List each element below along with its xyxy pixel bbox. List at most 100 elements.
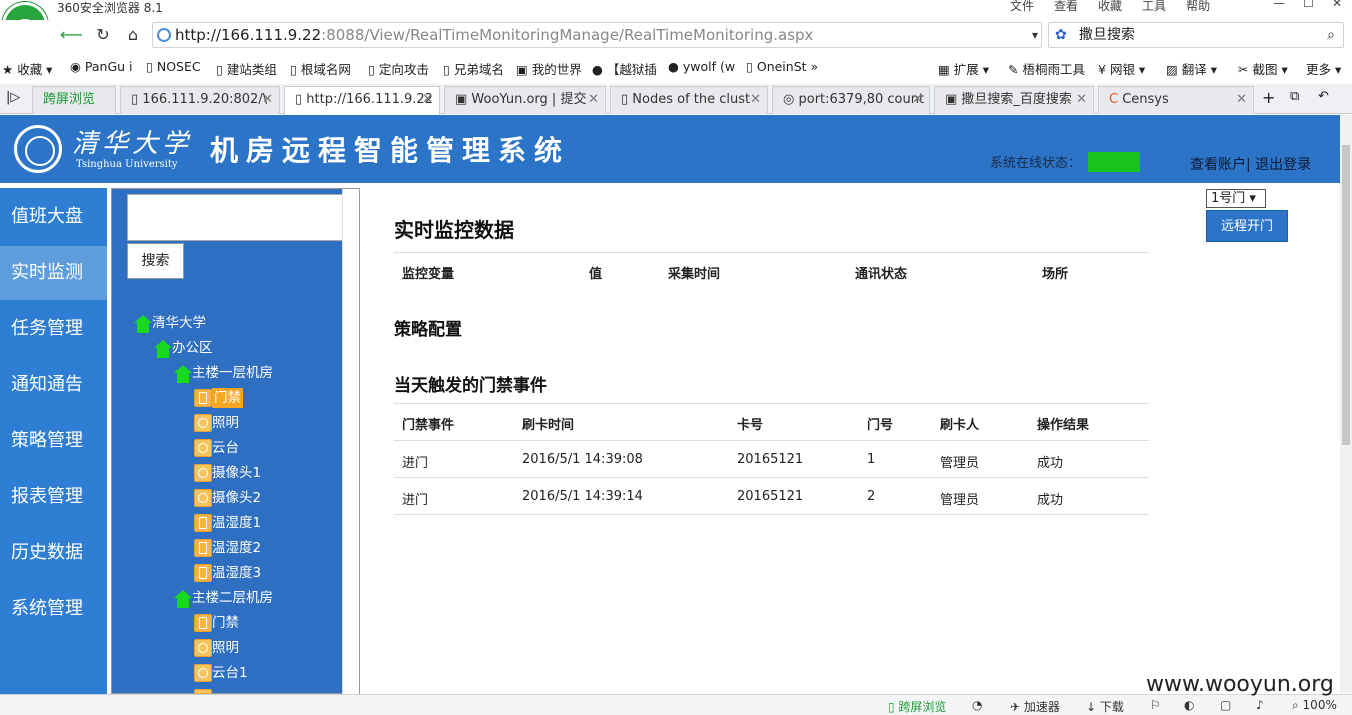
home-icon[interactable]: ⌂ — [122, 24, 144, 46]
tree-node-camera1[interactable]: 摄像头1 — [212, 463, 261, 483]
tree-node-light[interactable]: 照明 — [212, 413, 239, 433]
bookmark-wutong[interactable]: ✎ 梧桐雨工具 — [1008, 59, 1085, 78]
university-name-en: Tsinghua University — [76, 159, 178, 170]
nav-history[interactable]: 历史数据 — [0, 526, 107, 580]
search-icon[interactable]: ⌕ — [1327, 23, 1335, 47]
tree-node-ptz[interactable]: 云台 — [212, 438, 239, 458]
tab-censys[interactable]: C Censys ✕ — [1098, 86, 1254, 114]
tree-node-ptz1[interactable]: 云台1 — [212, 663, 248, 683]
tree-scrollbar[interactable] — [342, 189, 359, 695]
volume-icon[interactable]: ♪ — [1256, 698, 1264, 712]
tree-node-room2[interactable]: 主楼二层机房 — [192, 588, 273, 608]
thermometer-icon — [194, 564, 212, 582]
bookmark-screenshot[interactable]: ✂ 截图 ▾ — [1238, 59, 1288, 78]
remote-open-door-button[interactable]: 远程开门 — [1206, 210, 1288, 242]
main-nav: 值班大盘 实时监测 任务管理 通知通告 策略管理 报表管理 历史数据 系统管理 — [0, 188, 107, 694]
menu-file[interactable]: 文件 — [1010, 0, 1034, 14]
sidebar-toggle-icon[interactable]: |▷ — [6, 90, 20, 105]
tab-1[interactable]: ▯ 166.111.9.20:802/\ ✕ — [120, 86, 280, 114]
monitor-header-variable: 监控变量 — [402, 267, 455, 282]
bookmark-extensions[interactable]: ▦ 扩展 ▾ — [938, 59, 989, 78]
device-tree-panel: 搜索 清华大学 办公区 主楼一层机房 门禁 照明 云台 摄像头1 摄像头2 温湿… — [111, 188, 360, 695]
account-links[interactable]: 查看账户| 退出登录 — [1190, 154, 1311, 174]
nav-tasks[interactable]: 任务管理 — [0, 302, 107, 356]
tab-active[interactable]: ▯ http://166.111.9.22 ✕ — [284, 86, 440, 115]
undo-close-icon[interactable]: ↶ — [1318, 89, 1329, 104]
tab-baidu[interactable]: ▣ 撒旦搜索_百度搜索 ✕ — [934, 86, 1094, 114]
tree-node-light2[interactable]: 照明 — [212, 638, 239, 658]
bookmark-translate[interactable]: ▨ 翻译 ▾ — [1166, 59, 1217, 78]
menu-tools[interactable]: 工具 — [1142, 0, 1166, 14]
restore-tabs-icon[interactable]: ⧉ — [1290, 89, 1299, 104]
minimize-icon[interactable]: — — [1273, 0, 1285, 10]
status-accelerator[interactable]: ✈ 加速器 — [1010, 698, 1060, 715]
close-icon[interactable]: ✕ — [1332, 0, 1342, 10]
search-field[interactable]: ✿ 撒旦搜索 ⌕ — [1048, 22, 1344, 48]
event-cell: 成功 — [1037, 493, 1064, 508]
bookmark-root[interactable]: ▯ 根域名网 — [290, 59, 351, 78]
bookmark-favorites[interactable]: ★ 收藏 ▾ — [2, 59, 52, 78]
nav-system[interactable]: 系统管理 — [0, 582, 107, 636]
status-icon[interactable]: ◔ — [972, 698, 982, 712]
globe-icon — [157, 28, 171, 42]
tree-search-button[interactable]: 搜索 — [127, 243, 184, 279]
watermark: www.wooyun.org — [1146, 672, 1334, 697]
monitor-header-location: 场所 — [1042, 267, 1069, 282]
back-icon[interactable]: ⟵ — [60, 24, 83, 46]
menu-favorites[interactable]: 收藏 — [1098, 0, 1122, 14]
page-scrollbar-thumb[interactable] — [1342, 145, 1350, 445]
bookmark-site[interactable]: ▯ 建站类组 — [216, 59, 277, 78]
bookmark-nosec[interactable]: ▯ NOSEC — [146, 59, 201, 74]
tree-node-room1[interactable]: 主楼一层机房 — [192, 363, 273, 383]
reload-icon[interactable]: ↻ — [92, 24, 114, 46]
event-header-event: 门禁事件 — [402, 418, 455, 433]
url-field[interactable]: http://166.111.9.22:8088/View/RealTimeMo… — [152, 22, 1042, 48]
tree-node-tsinghua[interactable]: 清华大学 — [152, 313, 206, 333]
light-icon — [194, 414, 212, 432]
tree-node-door[interactable]: 门禁 — [212, 388, 243, 408]
menu-help[interactable]: 帮助 — [1186, 0, 1210, 14]
status-cross-screen[interactable]: ▯ 跨屏浏览 — [888, 698, 946, 715]
bookmark-attack[interactable]: ▯ 定向攻击 — [368, 59, 429, 78]
tab-wooyun[interactable]: ▣ WooYun.org | 提交 ✕ — [444, 86, 606, 114]
status-zoom[interactable]: ⌕ 100% — [1292, 698, 1337, 713]
bookmark-brother[interactable]: ▯ 兄弟域名 — [443, 59, 504, 78]
bookmark-jailbreak[interactable]: ● 【越狱插 — [592, 59, 657, 78]
event-header-time: 刷卡时间 — [522, 418, 575, 433]
tab-port[interactable]: ◎ port:6379,80 count ✕ — [772, 86, 930, 114]
page-scrollbar[interactable] — [1340, 115, 1352, 693]
tab-cross-screen[interactable]: 跨屏浏览 — [32, 86, 116, 114]
tab-nodes[interactable]: ▯ Nodes of the clust ✕ — [610, 86, 768, 114]
bookmark-ywolf[interactable]: ● ywolf (w — [668, 59, 735, 74]
tree-node-camera2[interactable]: 摄像头2 — [212, 488, 261, 508]
event-header-card: 卡号 — [737, 418, 764, 433]
tree-node-th2[interactable]: 温湿度2 — [212, 538, 261, 558]
bookmark-more[interactable]: 更多 ▾ — [1306, 59, 1341, 78]
house-icon — [134, 315, 152, 333]
status-download[interactable]: ↓ 下载 — [1086, 698, 1124, 715]
tree-node-th1[interactable]: 温湿度1 — [212, 513, 261, 533]
bookmark-world[interactable]: ▣ 我的世界 — [516, 59, 582, 78]
bookmark-bank[interactable]: ¥ 网银 ▾ — [1098, 59, 1145, 78]
status-icon[interactable]: ⚐ — [1150, 698, 1161, 712]
nav-notices[interactable]: 通知通告 — [0, 358, 107, 412]
bookmark-pangu[interactable]: ◉ PanGu i — [70, 59, 133, 74]
menu-view[interactable]: 查看 — [1054, 0, 1078, 14]
tree-node-th3[interactable]: 温湿度3 — [212, 563, 261, 583]
tree-node-door2[interactable]: 门禁 — [212, 613, 239, 633]
bookmark-oneinst[interactable]: ▯ OneinSt » — [746, 59, 818, 74]
thermometer-icon — [194, 514, 212, 532]
tree-node-office[interactable]: 办公区 — [172, 338, 213, 358]
nav-policy[interactable]: 策略管理 — [0, 414, 107, 468]
status-icon[interactable]: ◐ — [1184, 698, 1194, 712]
door-select[interactable]: 1号门 ▾ — [1206, 189, 1266, 208]
tree-search-input[interactable] — [127, 194, 356, 241]
status-icon[interactable]: ▢ — [1220, 698, 1231, 712]
nav-reports[interactable]: 报表管理 — [0, 470, 107, 524]
nav-realtime[interactable]: 实时监测 — [0, 246, 107, 300]
door-icon — [194, 614, 212, 632]
nav-dashboard[interactable]: 值班大盘 — [0, 190, 107, 244]
maximize-icon[interactable]: ☐ — [1303, 0, 1314, 10]
new-tab-icon[interactable]: + — [1262, 88, 1275, 107]
dropdown-icon[interactable]: ▾ — [1024, 24, 1046, 46]
